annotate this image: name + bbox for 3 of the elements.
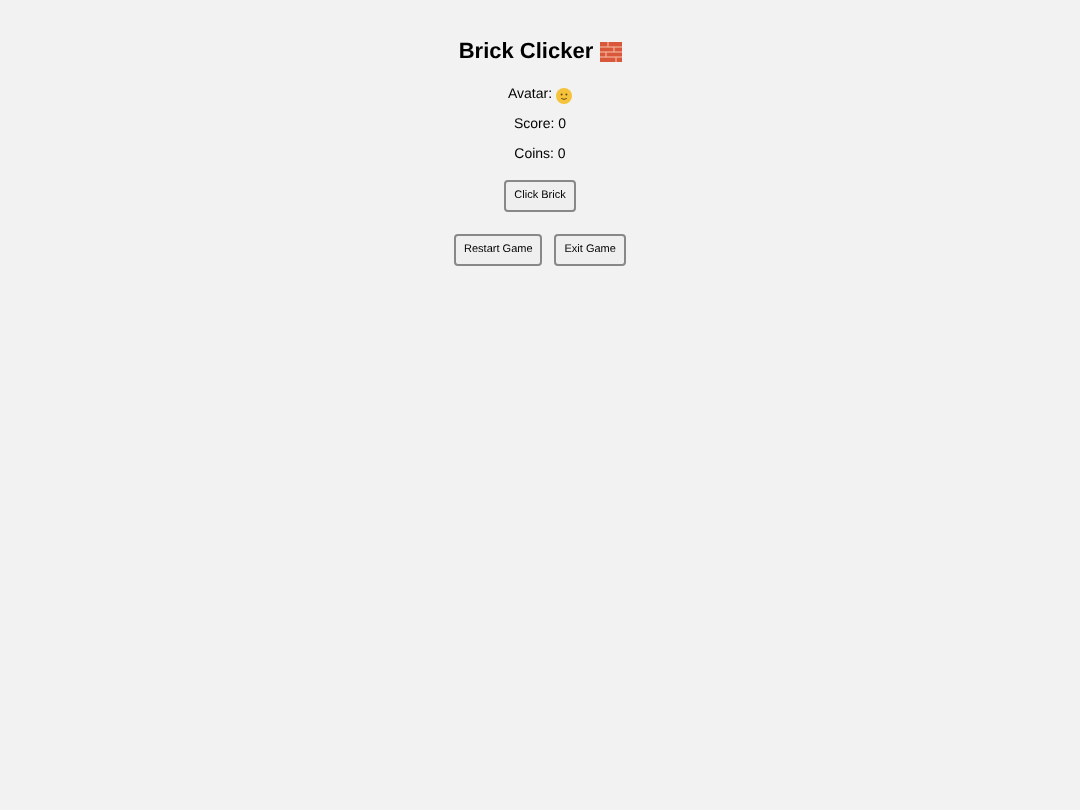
- title: Brick Clicker: [458, 38, 594, 68]
- brick-icon: [599, 42, 622, 63]
- smiley-icon: [556, 87, 573, 103]
